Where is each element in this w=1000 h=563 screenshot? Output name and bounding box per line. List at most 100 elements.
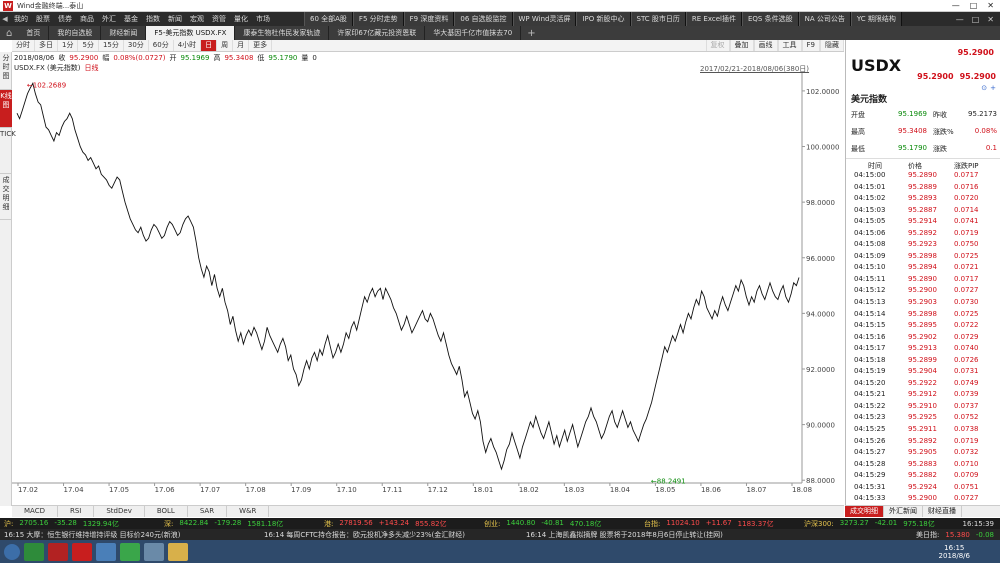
- tab-usdx[interactable]: F5-美元指数 USDX.FX: [146, 26, 236, 40]
- tab-news-1[interactable]: 康泰生物杜伟民发家轨迹: [235, 26, 330, 40]
- menu-item-commodity[interactable]: 商品: [76, 14, 98, 24]
- document-app-icon[interactable]: [144, 542, 164, 561]
- bank-app-icon[interactable]: [48, 542, 68, 561]
- menu-item-forex[interactable]: 外汇: [98, 14, 120, 24]
- tick-list[interactable]: 04:15:00 95.2890 0.0717 04:15:01 95.2889 0.07…: [846, 170, 1000, 505]
- folder-icon[interactable]: [168, 542, 188, 561]
- adjust-button[interactable]: 复权: [705, 40, 730, 51]
- market-index-4[interactable]: 台指: 11024.10 +11.67 1183.37亿: [640, 519, 800, 529]
- menu-item-stock[interactable]: 股票: [32, 14, 54, 24]
- period-intraday[interactable]: 分时: [12, 40, 35, 51]
- tab-trade-detail[interactable]: 成交明细: [845, 506, 884, 517]
- tab-forex-news[interactable]: 外汇新闻: [884, 506, 923, 517]
- market-change: -42.01: [874, 518, 898, 527]
- quote-label: 涨跌%: [933, 128, 954, 136]
- news-item-1[interactable]: 16:15 大摩：恒生银行维持增持评级 目标价240元(新浪): [0, 530, 264, 540]
- tick-price: 95.2910: [908, 401, 937, 410]
- market-index-5[interactable]: 沪深300: 3273.27 -42.01 975.18亿: [800, 518, 935, 529]
- indicator-boll[interactable]: BOLL: [145, 506, 188, 517]
- period-monthly[interactable]: 月: [233, 40, 250, 51]
- add-plus-icon[interactable]: +: [990, 84, 996, 92]
- browser-icon[interactable]: [24, 542, 44, 561]
- quick-watchlist-monitor[interactable]: 06 自选股监控: [454, 12, 513, 26]
- menubar-restore-button[interactable]: □: [972, 15, 980, 24]
- f9-button[interactable]: F9: [801, 40, 820, 51]
- period-more[interactable]: 更多: [249, 40, 273, 51]
- price-chart[interactable]: 102.0000 100.0000 98.0000 96.0000 94.0000 92.…: [12, 73, 844, 493]
- period-daily[interactable]: 日: [201, 40, 218, 51]
- media-player-icon[interactable]: [120, 542, 140, 561]
- view-kline-chart[interactable]: K线图: [0, 90, 12, 128]
- view-tick[interactable]: TICK: [0, 128, 16, 174]
- tab-live-finance[interactable]: 财经直播: [923, 506, 962, 517]
- news-item-2[interactable]: 16:14 每周CFTC持仓报告：欧元投机净多头减少23%(金汇财经): [264, 530, 526, 540]
- market-change: +143.24: [378, 518, 410, 527]
- home-icon[interactable]: ⌂: [0, 28, 18, 39]
- quick-stock-screener[interactable]: EQS 条件选股: [741, 12, 799, 26]
- period-multi-day[interactable]: 多日: [35, 40, 58, 51]
- menu-item-market[interactable]: 市场: [252, 14, 274, 24]
- period-4hour[interactable]: 4小时: [174, 40, 202, 51]
- quick-intraday[interactable]: F5 分时走势: [352, 12, 404, 26]
- draw-line-button[interactable]: 画线: [753, 40, 778, 51]
- menu-item-quant[interactable]: 量化: [230, 14, 252, 24]
- tick-pip: 0.0730: [954, 298, 979, 307]
- new-tab-plus-icon[interactable]: +: [521, 28, 541, 39]
- quick-yield-curve[interactable]: YC 期限结构: [850, 12, 902, 26]
- tab-watchlist[interactable]: 我的自选股: [49, 26, 102, 40]
- menu-item-index[interactable]: 指数: [142, 14, 164, 24]
- collapse-triangle-icon[interactable]: ◀: [0, 15, 10, 23]
- tab-news-2[interactable]: 许家印67亿藏元投资恩联: [329, 26, 426, 40]
- menu-item-asset-mgmt[interactable]: 资管: [208, 14, 230, 24]
- close-button[interactable]: ✕: [987, 1, 994, 10]
- system-clock[interactable]: 16:15 2018/8/6: [939, 544, 1000, 560]
- trading-app-icon[interactable]: [96, 542, 116, 561]
- maximize-button[interactable]: □: [970, 1, 978, 10]
- quick-excel-plugin[interactable]: RE Excel插件: [685, 12, 742, 26]
- period-30min[interactable]: 30分: [124, 40, 149, 51]
- tab-home[interactable]: 首页: [18, 26, 50, 40]
- period-5min[interactable]: 5分: [78, 40, 99, 51]
- settings-circle-icon[interactable]: ⊙: [981, 84, 987, 92]
- view-trade-detail[interactable]: 成交明细: [0, 174, 12, 220]
- minimize-button[interactable]: —: [952, 1, 960, 10]
- market-index-2[interactable]: 港: 27819.56 +143.24 855.82亿: [320, 519, 480, 529]
- indicator-wr[interactable]: W&R: [227, 506, 270, 517]
- market-index-0[interactable]: 沪: 2705.16 -35.28 1329.94亿: [0, 519, 160, 529]
- period-60min[interactable]: 60分: [149, 40, 174, 51]
- market-index-3[interactable]: 创业: 1440.80 -40.81 470.18亿: [480, 519, 640, 529]
- indicator-sar[interactable]: SAR: [188, 506, 228, 517]
- hide-button[interactable]: 隐藏: [820, 40, 844, 51]
- quick-stock-calendar[interactable]: STC 股市日历: [630, 12, 686, 26]
- quick-ipo-center[interactable]: IPO 新股中心: [576, 12, 631, 26]
- menu-item-mine[interactable]: 我的: [10, 14, 32, 24]
- indicator-rsi[interactable]: RSI: [58, 506, 95, 517]
- news-item-3[interactable]: 16:14 上海凯鑫拟摘牌 股票将于2018年8月6日停止转让(挂网): [526, 530, 790, 540]
- quick-flex-screen[interactable]: WP Wind灵活屏: [512, 12, 577, 26]
- overlay-button[interactable]: 叠加: [729, 40, 754, 51]
- wind-app-icon[interactable]: [72, 542, 92, 561]
- quick-deep-data[interactable]: F9 深度资料: [403, 12, 455, 26]
- quick-all-a-shares[interactable]: 60 全部A股: [304, 12, 353, 26]
- period-1min[interactable]: 1分: [58, 40, 79, 51]
- tab-news-3[interactable]: 华大基因千亿市值抹去70: [425, 26, 522, 40]
- quick-announcements[interactable]: NA 公司公告: [798, 12, 851, 26]
- market-change: +11.67: [705, 518, 732, 527]
- start-button-icon[interactable]: [4, 543, 20, 560]
- indicator-macd[interactable]: MACD: [12, 506, 58, 517]
- period-weekly[interactable]: 周: [217, 40, 234, 51]
- menu-item-macro[interactable]: 宏观: [186, 14, 208, 24]
- indicator-stddev[interactable]: StdDev: [94, 506, 145, 517]
- view-intraday-chart[interactable]: 分时图: [0, 52, 12, 90]
- y-tick-label: 102.0000: [806, 88, 839, 96]
- x-tick-label: 17.08: [246, 486, 266, 493]
- market-index-1[interactable]: 深: 8422.84 -179.28 1581.18亿: [160, 519, 320, 529]
- tab-finance-news[interactable]: 财经新闻: [101, 26, 147, 40]
- menu-item-fund[interactable]: 基金: [120, 14, 142, 24]
- period-15min[interactable]: 15分: [99, 40, 124, 51]
- menu-item-bond[interactable]: 债券: [54, 14, 76, 24]
- menu-item-news[interactable]: 新闻: [164, 14, 186, 24]
- menubar-close-button[interactable]: ✕: [987, 15, 994, 24]
- tools-button[interactable]: 工具: [777, 40, 802, 51]
- menubar-minimize-button[interactable]: —: [956, 15, 964, 24]
